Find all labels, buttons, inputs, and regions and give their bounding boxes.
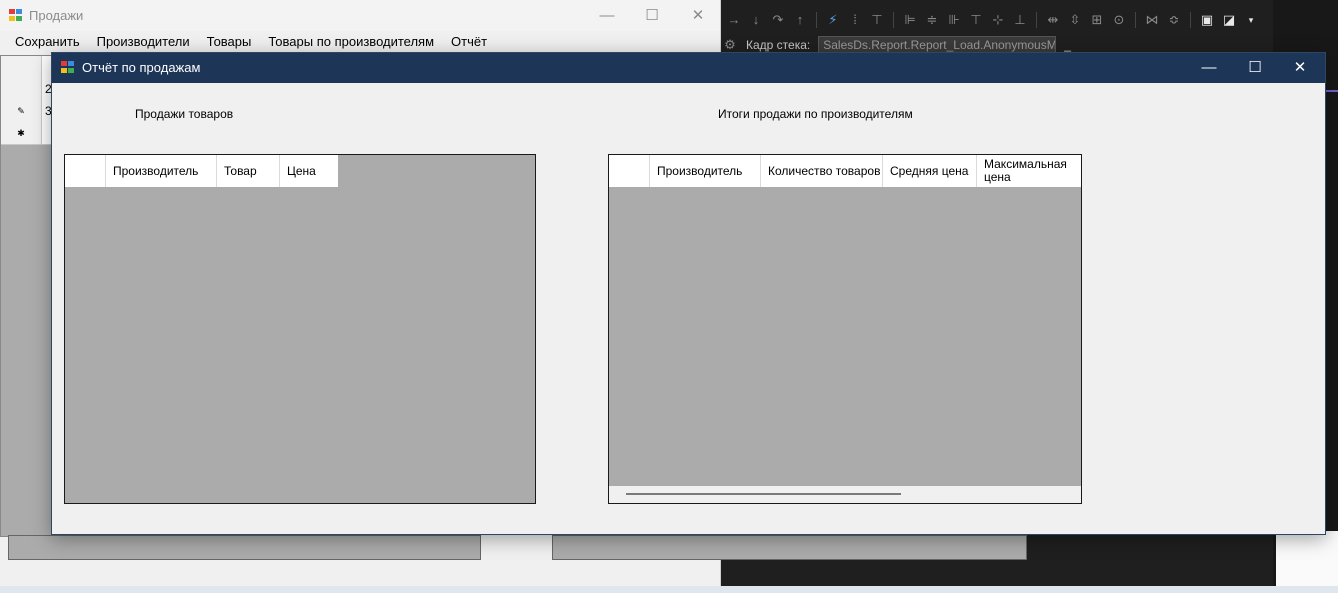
stack-frame-extra-icon[interactable]: _	[1064, 38, 1071, 52]
toolbar-separator	[816, 12, 817, 28]
menu-manufacturers[interactable]: Производители	[89, 31, 199, 53]
stack-frame-label: Кадр стека:	[746, 38, 811, 52]
step-back-icon[interactable]: ↷	[770, 12, 786, 28]
app-icon	[61, 61, 75, 74]
align-right-icon[interactable]: ⊪	[946, 12, 962, 28]
table-row[interactable]: ✱	[1, 122, 53, 145]
row-header-corner[interactable]	[609, 155, 650, 187]
new-row-icon[interactable]: ✱	[1, 122, 42, 144]
maximize-icon[interactable]: ☐	[1232, 53, 1278, 83]
align-left-icon[interactable]: ⊫	[902, 12, 918, 28]
column-header-max-price[interactable]: Максимальная цена	[977, 155, 1081, 187]
report-window-title: Отчёт по продажам	[82, 60, 201, 75]
step-out-icon[interactable]: ↑	[792, 12, 808, 28]
same-size-icon[interactable]: ⊞	[1089, 12, 1105, 28]
minimize-icon[interactable]: —	[1186, 53, 1232, 83]
row-edit-icon[interactable]: ✎	[1, 100, 42, 122]
align-middle-icon[interactable]: ⊹	[990, 12, 1006, 28]
menu-products[interactable]: Товары	[199, 31, 261, 53]
zoom-icon[interactable]: ⊙	[1111, 12, 1127, 28]
hidden-grid-bottom-right	[552, 535, 1027, 560]
summary-label: Итоги продажи по производителям	[718, 107, 913, 121]
step-into-icon[interactable]: ↓	[748, 12, 764, 28]
v-spacing-icon[interactable]: ≎	[1166, 12, 1182, 28]
column-header-manufacturer[interactable]: Производитель	[650, 155, 761, 187]
same-height-icon[interactable]: ⇳	[1067, 12, 1083, 28]
column-header-manufacturer[interactable]: Производитель	[106, 155, 217, 187]
column-header-product[interactable]: Товар	[217, 155, 280, 187]
toolbar-dropdown-icon[interactable]: ▾	[1243, 12, 1259, 28]
report-window: Отчёт по продажам — ☐ ✕ Продажи товаров …	[51, 52, 1326, 535]
close-icon[interactable]: ✕	[675, 0, 721, 31]
hot-reload-icon[interactable]: ⚡	[825, 12, 841, 28]
h-spacing-icon[interactable]: ⋈	[1144, 12, 1160, 28]
scrollbar-thumb[interactable]	[626, 493, 901, 495]
report-title-bar: Отчёт по продажам — ☐ ✕	[52, 53, 1325, 83]
bring-front-icon[interactable]: ▣	[1199, 12, 1215, 28]
main-data-grid[interactable]: 2 ✎ 3 ✱	[0, 55, 53, 537]
toolbar-separator	[1036, 12, 1037, 28]
step-over-icon[interactable]: →	[726, 12, 742, 28]
send-back-icon[interactable]: ◪	[1221, 12, 1237, 28]
sales-grid[interactable]: Производитель Товар Цена	[64, 154, 536, 504]
sales-label: Продажи товаров	[135, 107, 234, 121]
column-header-product-count[interactable]: Количество товаров	[761, 155, 883, 187]
taskbar-edge	[0, 586, 1338, 593]
table-header-row	[1, 56, 53, 79]
breakpoints-icon[interactable]: ⁞	[847, 12, 863, 28]
toolbar-separator	[1190, 12, 1191, 28]
menu-products-by-manufacturer[interactable]: Товары по производителям	[260, 31, 443, 53]
table-row[interactable]: ✎ 3	[1, 100, 53, 123]
row-header-corner	[1, 56, 42, 78]
menu-report[interactable]: Отчёт	[443, 31, 496, 53]
main-menu-bar: Сохранить Производители Товары Товары по…	[0, 31, 720, 53]
thread-icon: ⚙	[724, 37, 736, 52]
align-center-icon[interactable]: ≑	[924, 12, 940, 28]
row-header-corner[interactable]	[65, 155, 106, 187]
summary-grid-header: Производитель Количество товаров Средняя…	[609, 155, 1081, 187]
maximize-icon[interactable]: ☐	[629, 0, 675, 31]
close-icon[interactable]: ✕	[1277, 53, 1323, 83]
toolbar-separator	[893, 12, 894, 28]
stack-frame-value: SalesDs.Report.Report_Load.AnonymousM	[823, 38, 1057, 52]
horizontal-scrollbar[interactable]	[609, 486, 1081, 503]
row-header[interactable]	[1, 78, 42, 100]
align-top-icon[interactable]: ⊤	[968, 12, 984, 28]
minimize-icon[interactable]: —	[584, 0, 630, 31]
column-header-price[interactable]: Цена	[280, 155, 338, 187]
sales-grid-header: Производитель Товар Цена	[65, 155, 338, 187]
toolbar-separator	[1135, 12, 1136, 28]
menu-save[interactable]: Сохранить	[0, 31, 89, 53]
ide-toolbar: → ↓ ↷ ↑ ⚡ ⁞ ⊤ ⊫ ≑ ⊪ ⊤ ⊹ ⊥ ⇹ ⇳ ⊞ ⊙ ⋈ ≎ ▣ …	[726, 6, 1259, 34]
table-row[interactable]: 2	[1, 78, 53, 101]
align-bottom-icon[interactable]: ⊥	[1012, 12, 1028, 28]
align-icon[interactable]: ⊤	[869, 12, 885, 28]
main-window-title: Продажи	[29, 8, 84, 23]
column-header-avg-price[interactable]: Средняя цена	[883, 155, 977, 187]
main-title-bar: Продажи — ☐ ✕	[0, 0, 720, 31]
same-width-icon[interactable]: ⇹	[1045, 12, 1061, 28]
summary-grid[interactable]: Производитель Количество товаров Средняя…	[608, 154, 1082, 504]
app-icon	[9, 9, 23, 22]
hidden-grid-bottom-left	[8, 535, 481, 560]
ide-bottom-panel	[1276, 531, 1338, 593]
